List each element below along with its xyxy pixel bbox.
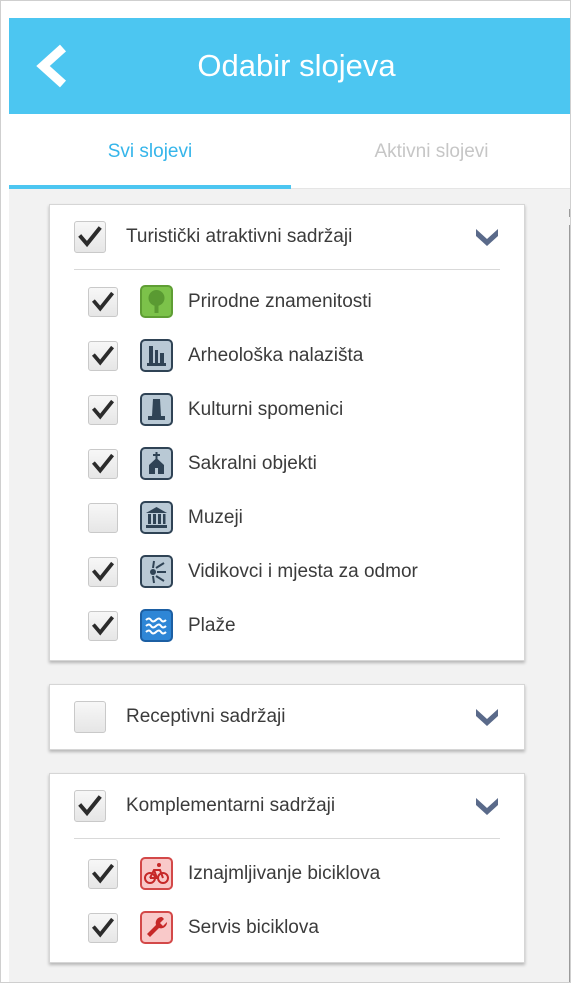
monument-icon <box>140 393 173 426</box>
divider <box>74 269 500 270</box>
checkmark-icon <box>91 453 115 474</box>
layer-group-header[interactable]: Turistički atraktivni sadržaji <box>50 205 524 269</box>
layer-checkbox[interactable] <box>88 395 118 425</box>
layer-group-card: Receptivni sadržaji <box>49 684 525 750</box>
group-checkbox[interactable] <box>74 701 106 733</box>
layer-item-label: Plaže <box>188 615 236 636</box>
chevron-down-icon[interactable] <box>476 796 498 816</box>
checkmark-icon <box>91 917 115 938</box>
checkmark-icon <box>91 345 115 366</box>
chevron-down-icon[interactable] <box>476 227 498 247</box>
layer-checkbox[interactable] <box>88 913 118 943</box>
layer-item[interactable]: Servis biciklova <box>50 901 526 955</box>
bicycle-icon <box>140 857 173 890</box>
checkmark-icon <box>78 795 102 817</box>
layer-item-label: Sakralni objekti <box>188 453 317 474</box>
checkmark-icon <box>91 863 115 884</box>
layers-list[interactable]: Turistički atraktivni sadržaji Prirodne … <box>9 189 570 982</box>
tree-icon <box>140 285 173 318</box>
checkmark-icon <box>91 615 115 636</box>
layer-item[interactable]: Arheološka nalazišta <box>50 329 526 383</box>
layer-item[interactable]: Iznajmljivanje biciklova <box>50 847 526 901</box>
layer-group-header[interactable]: Receptivni sadržaji <box>50 685 524 749</box>
tab-bar: Svi slojevi Aktivni slojevi <box>9 114 570 189</box>
layer-item[interactable]: Vidikovci i mjesta za odmor <box>50 545 526 599</box>
layer-checkbox[interactable] <box>88 557 118 587</box>
layer-group-header[interactable]: Komplementarni sadržaji <box>50 774 524 838</box>
tab-active-layers[interactable]: Aktivni slojevi <box>291 114 570 189</box>
layer-item-label: Iznajmljivanje biciklova <box>188 863 381 884</box>
checkmark-icon <box>91 399 115 420</box>
layer-checkbox[interactable] <box>88 341 118 371</box>
layer-item-label: Kulturni spomenici <box>188 399 344 420</box>
church-icon <box>140 447 173 480</box>
checkmark-icon <box>91 561 115 582</box>
chevron-down-icon[interactable] <box>476 707 498 727</box>
group-checkbox[interactable] <box>74 790 106 822</box>
layer-item[interactable]: Sakralni objekti <box>50 437 526 491</box>
viewpoint-icon <box>140 555 173 588</box>
layer-item[interactable]: Plaže <box>50 599 526 653</box>
divider <box>74 838 500 839</box>
wrench-icon <box>140 911 173 944</box>
layer-checkbox[interactable] <box>88 859 118 889</box>
ruins-icon <box>140 339 173 372</box>
layer-item-label: Arheološka nalazišta <box>188 345 364 366</box>
layer-checkbox[interactable] <box>88 449 118 479</box>
app-frame: Odabir slojeva Svi slojevi Aktivni sloje… <box>0 0 571 983</box>
layer-item[interactable]: Prirodne znamenitosti <box>50 275 526 329</box>
layer-item-label: Muzeji <box>188 507 243 528</box>
layer-group-title: Turistički atraktivni sadržaji <box>126 226 353 247</box>
layer-item-label: Servis biciklova <box>188 917 319 938</box>
group-checkbox[interactable] <box>74 221 106 253</box>
layer-checkbox[interactable] <box>88 611 118 641</box>
layer-checkbox[interactable] <box>88 287 118 317</box>
tab-all-layers[interactable]: Svi slojevi <box>9 114 291 189</box>
layer-item-label: Vidikovci i mjesta za odmor <box>188 561 418 582</box>
beach-waves-icon <box>140 609 173 642</box>
layer-group-card: Turistički atraktivni sadržaji Prirodne … <box>49 204 525 661</box>
page-title: Odabir slojeva <box>197 48 396 83</box>
layer-item[interactable]: Muzeji <box>50 491 526 545</box>
checkmark-icon <box>91 291 115 312</box>
layer-item[interactable]: Kulturni spomenici <box>50 383 526 437</box>
layer-group-title: Receptivni sadržaji <box>126 706 286 727</box>
layer-item-label: Prirodne znamenitosti <box>188 291 372 312</box>
layer-group-card: Komplementarni sadržaji Iznajmljivanje b… <box>49 773 525 963</box>
layer-group-title: Komplementarni sadržaji <box>126 795 336 816</box>
museum-icon <box>140 501 173 534</box>
checkmark-icon <box>78 226 102 248</box>
header-bar: Odabir slojeva <box>9 18 570 114</box>
layer-checkbox[interactable] <box>88 503 118 533</box>
